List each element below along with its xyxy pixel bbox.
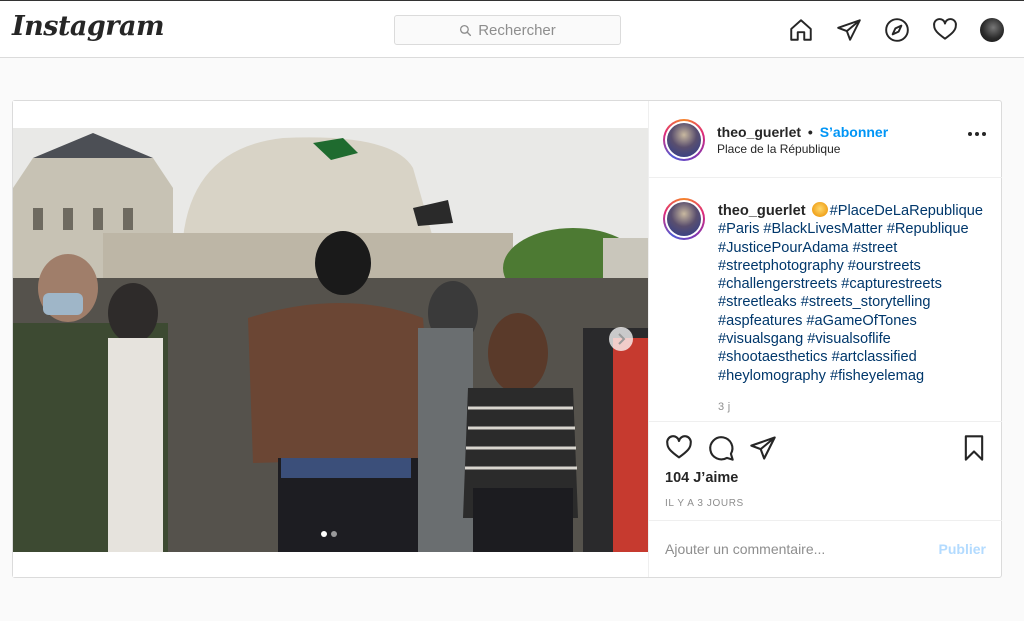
hashtag-line[interactable]: #JusticePourAdama #street [718, 239, 998, 257]
like-count[interactable]: 104 J’aime [665, 470, 738, 486]
post-photo[interactable] [13, 128, 648, 552]
post-header: theo_guerlet • S’abonner Place de la Rép… [649, 101, 1002, 178]
caption-avatar[interactable] [663, 198, 705, 240]
hashtag-line[interactable]: #shootaesthetics #artclassified [718, 348, 998, 366]
profile-avatar[interactable] [980, 18, 1004, 42]
comment-icon[interactable] [707, 434, 735, 462]
post-sidebar: theo_guerlet • S’abonner Place de la Rép… [648, 101, 1002, 577]
search-placeholder: Rechercher [478, 21, 556, 39]
post-header-title: theo_guerlet • S’abonner [717, 124, 888, 140]
carousel-dot [331, 531, 337, 537]
follow-button[interactable]: S’abonner [820, 124, 888, 140]
home-icon[interactable] [788, 17, 814, 43]
chevron-right-icon [618, 333, 626, 345]
comment-input[interactable]: Ajouter un commentaire... [665, 541, 825, 557]
carousel-indicator [321, 531, 337, 537]
hashtag-line[interactable]: #aspfeatures #aGameOfTones [718, 312, 998, 330]
like-icon[interactable] [665, 434, 693, 462]
post-location[interactable]: Place de la République [717, 142, 840, 156]
separator-dot: • [807, 124, 813, 140]
hashtag-line[interactable]: #heylomography #fisheyelemag [718, 367, 998, 385]
bookmark-icon[interactable] [960, 434, 988, 462]
hashtag-line[interactable]: #challengerstreets #capturestreets [718, 275, 998, 293]
caption-age: 3 j [718, 401, 731, 413]
top-nav: Instagram Rechercher [0, 0, 1024, 58]
search-icon [460, 24, 472, 36]
more-options-icon[interactable] [968, 132, 986, 136]
share-icon[interactable] [749, 434, 777, 462]
author-username[interactable]: theo_guerlet [717, 124, 801, 140]
hashtag-line[interactable]: #visualsgang #visualsoflife [718, 330, 998, 348]
carousel-next-button[interactable] [609, 327, 633, 351]
caption-first-line: theo_guerlet #PlaceDeLaRepublique [718, 202, 998, 220]
post-media [13, 101, 648, 577]
emoji-icon [811, 202, 828, 217]
author-avatar[interactable] [663, 119, 705, 161]
heart-icon[interactable] [932, 17, 958, 43]
explore-icon[interactable] [884, 17, 910, 43]
hashtag-line[interactable]: #streetleaks #streets_storytelling [718, 293, 998, 311]
post-card: theo_guerlet • S’abonner Place de la Rép… [12, 100, 1002, 578]
publish-button[interactable]: Publier [939, 541, 986, 557]
carousel-dot-active [321, 531, 327, 537]
nav-icons [788, 16, 1004, 44]
hashtag-line[interactable]: #streetphotography #ourstreets [718, 257, 998, 275]
search-input[interactable]: Rechercher [394, 15, 621, 45]
post-caption: theo_guerlet #PlaceDeLaRepublique #Paris… [718, 202, 998, 385]
instagram-logo[interactable]: Instagram [12, 11, 165, 42]
post-timestamp[interactable]: IL Y A 3 JOURS [665, 498, 744, 509]
caption-username[interactable]: theo_guerlet [718, 203, 806, 219]
post-actions: 104 J’aime IL Y A 3 JOURS [649, 421, 1002, 521]
hashtag-line[interactable]: #Paris #BlackLivesMatter #Republique [718, 220, 998, 238]
direct-icon[interactable] [836, 17, 862, 43]
comment-bar: Ajouter un commentaire... Publier [649, 520, 1002, 577]
protest-photo-illustration [13, 128, 648, 552]
hashtag[interactable]: #PlaceDeLaRepublique [830, 203, 983, 219]
